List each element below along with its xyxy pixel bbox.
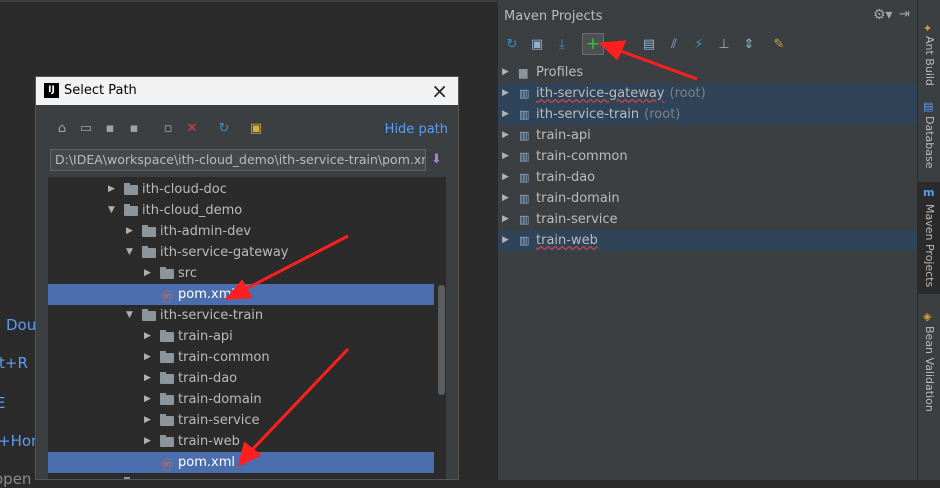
annotation-arrowhead-add [598,40,627,61]
annotation-arrow-add [614,47,698,81]
annotation-arrowhead-gateway-pom [224,279,253,300]
annotation-arrow-gateway-pom [239,234,349,294]
annotation-arrow-train-pom [248,347,350,454]
annotation-arrows [224,40,698,467]
